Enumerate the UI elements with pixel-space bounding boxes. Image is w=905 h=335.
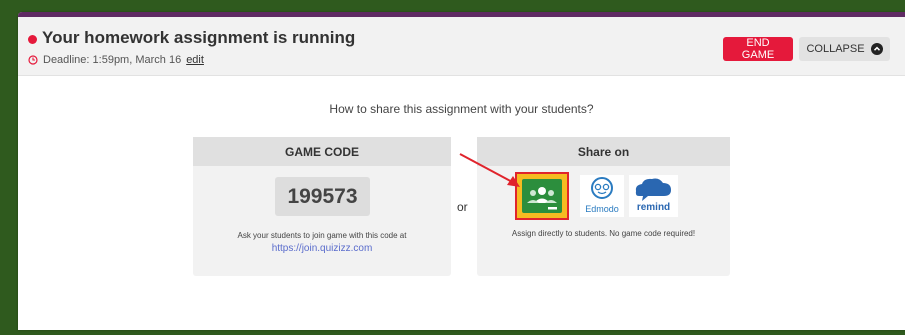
game-code-value: 199573 — [275, 177, 370, 216]
chevron-up-icon — [870, 43, 883, 55]
assignment-card: Your homework assignment is running Dead… — [18, 12, 905, 330]
remind-button[interactable]: remind — [629, 175, 678, 217]
remind-label: remind — [636, 202, 671, 213]
remind-icon — [635, 178, 671, 201]
game-code-panel: GAME CODE 199573 Ask your students to jo… — [193, 137, 451, 276]
assignment-header: Your homework assignment is running Dead… — [18, 17, 905, 76]
game-code-help-text: Ask your students to join game with this… — [237, 231, 407, 240]
annotation-arrow-icon — [459, 153, 520, 187]
share-help-text: Assign directly to students. No game cod… — [511, 229, 696, 238]
page-title: Your homework assignment is running — [42, 28, 356, 47]
game-code-heading: GAME CODE — [193, 137, 451, 166]
collapse-label: COLLAPSE — [806, 43, 865, 55]
join-link[interactable]: https://join.quizizz.com — [193, 243, 451, 254]
end-game-button[interactable]: END GAME — [723, 37, 793, 61]
clock-icon — [28, 55, 38, 65]
end-game-label: END GAME — [741, 37, 775, 61]
status-dot-icon — [28, 35, 37, 44]
edmodo-button[interactable]: Edmodo — [580, 175, 624, 217]
google-classroom-icon — [522, 179, 562, 213]
edmodo-label: Edmodo — [585, 204, 619, 214]
collapse-button[interactable]: COLLAPSE — [799, 37, 890, 61]
deadline-row: Deadline: 1:59pm, March 16 edit — [28, 54, 204, 66]
share-question: How to share this assignment with your s… — [329, 102, 594, 116]
or-separator: or — [457, 200, 468, 214]
deadline-text: Deadline: 1:59pm, March 16 — [43, 54, 182, 66]
edit-deadline-link[interactable]: edit — [186, 54, 204, 66]
edmodo-icon — [591, 177, 613, 199]
